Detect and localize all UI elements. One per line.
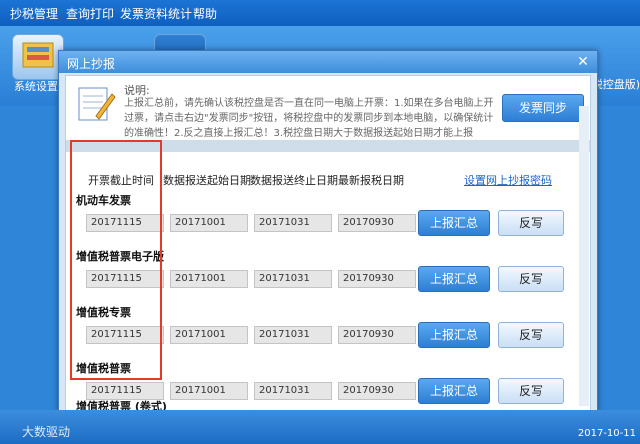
write-back-button[interactable]: 反写 bbox=[498, 322, 564, 348]
menu-item-query-print[interactable]: 查询打印 bbox=[66, 5, 114, 22]
note-text: 上报汇总前，请先确认该税控盘是否一直在同一电脑上开票：1.如果在多台电脑上开过票… bbox=[124, 98, 494, 139]
report-end-field: 20171031 bbox=[254, 270, 332, 288]
highlight-box bbox=[70, 140, 162, 380]
write-back-button[interactable]: 反写 bbox=[498, 266, 564, 292]
report-summary-button[interactable]: 上报汇总 bbox=[418, 378, 490, 404]
invoice-sync-button[interactable]: 发票同步 bbox=[502, 94, 584, 122]
close-icon[interactable]: ✕ bbox=[575, 54, 591, 70]
col-header-report-end: 数据报送终止日期 bbox=[250, 174, 338, 187]
system-settings-label: 系统设置 bbox=[14, 80, 58, 93]
report-end-field: 20171031 bbox=[254, 382, 332, 400]
scrollbar[interactable] bbox=[579, 106, 589, 406]
write-back-button[interactable]: 反写 bbox=[498, 210, 564, 236]
notepad-pencil-icon bbox=[78, 87, 116, 121]
report-start-field: 20171001 bbox=[170, 270, 248, 288]
latest-tax-date-field: 20170930 bbox=[338, 270, 416, 288]
latest-tax-date-field: 20170930 bbox=[338, 382, 416, 400]
col-header-latest-tax-date: 最新报税日期 bbox=[338, 174, 404, 187]
menu-item-tax-management[interactable]: 抄税管理 bbox=[10, 5, 58, 22]
settings-icon bbox=[22, 42, 54, 68]
latest-tax-date-field: 20170930 bbox=[338, 214, 416, 232]
latest-tax-date-field: 20170930 bbox=[338, 326, 416, 344]
status-strip bbox=[0, 410, 640, 444]
report-summary-button[interactable]: 上报汇总 bbox=[418, 266, 490, 292]
taxpad-edition-label: 税控盘版) bbox=[591, 78, 640, 91]
report-summary-button[interactable]: 上报汇总 bbox=[418, 210, 490, 236]
system-settings-button[interactable] bbox=[12, 34, 64, 80]
dialog-title: 网上抄报 bbox=[67, 57, 116, 71]
write-back-button[interactable]: 反写 bbox=[498, 378, 564, 404]
date-text: 2017-10-11 bbox=[577, 428, 636, 439]
menu-item-help[interactable]: 帮助 bbox=[193, 5, 217, 22]
report-summary-button[interactable]: 上报汇总 bbox=[418, 322, 490, 348]
report-start-field: 20171001 bbox=[170, 326, 248, 344]
watermark-text: 大数驱动 bbox=[22, 425, 71, 439]
report-start-field: 20171001 bbox=[170, 214, 248, 232]
menu-item-invoice-statistics[interactable]: 发票资料统计 bbox=[120, 5, 192, 22]
report-end-field: 20171031 bbox=[254, 326, 332, 344]
col-header-report-start: 数据报送起始日期 bbox=[163, 174, 251, 187]
menu-bar: 抄税管理 查询打印 发票资料统计 帮助 bbox=[0, 0, 640, 26]
report-end-field: 20171031 bbox=[254, 214, 332, 232]
set-password-link[interactable]: 设置网上抄报密码 bbox=[464, 172, 552, 188]
dialog-titlebar: 网上抄报 ✕ bbox=[59, 51, 597, 73]
report-start-field: 20171001 bbox=[170, 382, 248, 400]
